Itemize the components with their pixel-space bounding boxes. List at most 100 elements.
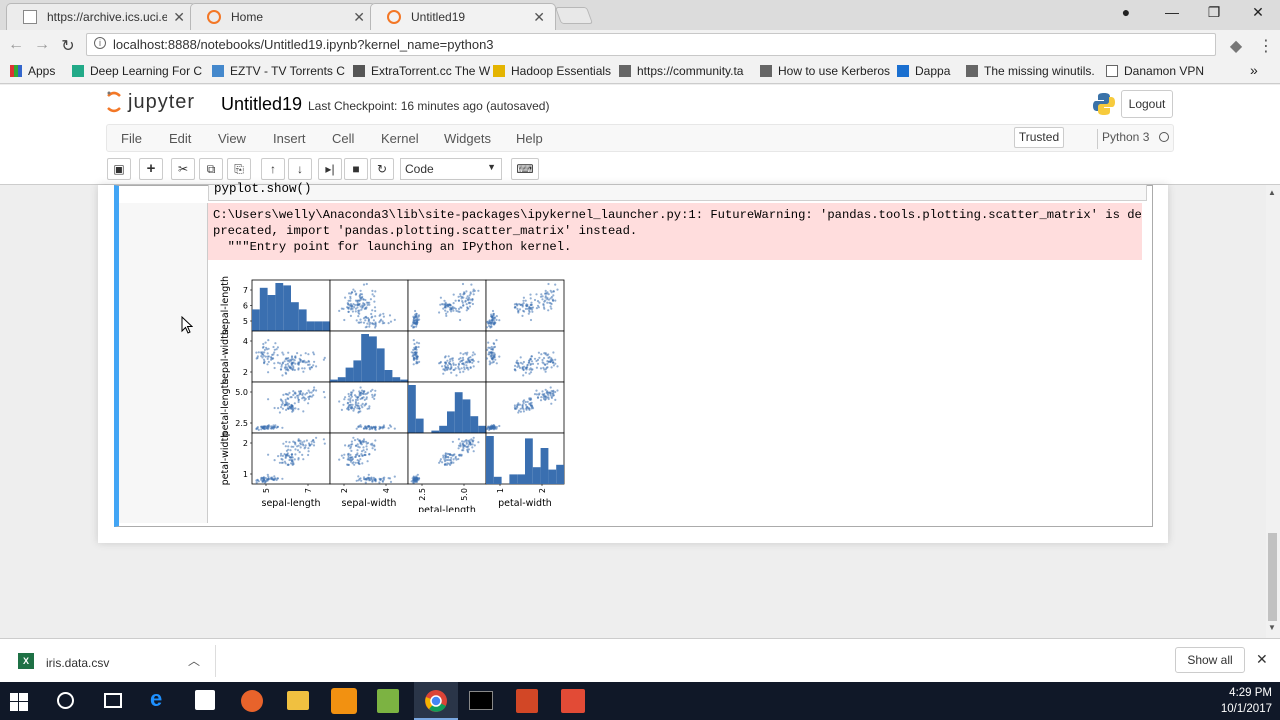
insert-cell-icon[interactable]: + <box>139 158 163 180</box>
tab-untitled19[interactable]: Untitled19 ✕ <box>370 3 556 30</box>
histogram-bar <box>540 448 549 484</box>
extension-icon[interactable]: ◆ <box>1226 36 1246 56</box>
scatter-point <box>370 477 373 480</box>
scatter-point <box>554 283 557 286</box>
close-window-icon[interactable]: ✕ <box>1246 4 1270 21</box>
chrome-icon[interactable] <box>424 689 448 713</box>
bookmark-item[interactable]: ExtraTorrent.cc The W <box>353 64 490 78</box>
jupyter-logo[interactable]: jupyter <box>106 90 195 114</box>
bookmark-label: Deep Learning For C <box>90 64 203 78</box>
logout-button[interactable]: Logout <box>1121 90 1173 118</box>
scatter-point <box>351 391 354 394</box>
close-icon[interactable]: ✕ <box>533 9 545 26</box>
menu-cell[interactable]: Cell <box>332 131 354 146</box>
menu-insert[interactable]: Insert <box>273 131 306 146</box>
scatter-point <box>373 306 377 309</box>
cell-type-select[interactable]: Code ▼ <box>400 158 502 180</box>
stop-icon[interactable]: ■ <box>344 158 368 180</box>
download-filename[interactable]: iris.data.csv <box>46 656 109 670</box>
app-icon[interactable] <box>331 688 357 714</box>
cortana-icon[interactable] <box>57 692 74 709</box>
bookmark-item[interactable]: Hadoop Essentials <box>493 64 611 78</box>
address-bar[interactable]: i localhost:8888/notebooks/Untitled19.ip… <box>86 33 1216 56</box>
scatter-point <box>303 367 306 370</box>
histogram-bar <box>361 334 369 382</box>
scatter-point <box>368 323 371 326</box>
save-icon[interactable]: ▣ <box>107 158 131 180</box>
scatter-point <box>287 397 290 400</box>
windows-start-icon[interactable] <box>10 693 28 711</box>
profile-icon[interactable]: ● <box>1114 4 1138 20</box>
task-view-icon[interactable] <box>104 693 122 708</box>
scatter-point <box>357 411 360 414</box>
menu-kernel[interactable]: Kernel <box>381 131 419 146</box>
tab-archive[interactable]: https://archive.ics.uci.edu ✕ <box>6 3 196 30</box>
scroll-down-icon[interactable]: ▼ <box>1268 623 1276 632</box>
move-down-icon[interactable]: ↓ <box>288 158 312 180</box>
trusted-badge[interactable]: Trusted <box>1014 127 1064 148</box>
chevron-up-icon[interactable]: ︿ <box>188 652 200 669</box>
file-explorer-icon[interactable] <box>287 691 309 710</box>
restore-icon[interactable]: ❐ <box>1202 4 1226 21</box>
scatter-point <box>373 295 376 298</box>
edge-icon[interactable]: e <box>150 686 176 712</box>
bookmark-item[interactable]: How to use Kerberos <box>760 64 890 78</box>
notebook-title[interactable]: Untitled19 <box>221 94 302 115</box>
code-input[interactable] <box>208 185 1147 201</box>
scatter-point <box>349 314 352 317</box>
notepad-icon[interactable] <box>377 689 399 713</box>
menu-edit[interactable]: Edit <box>169 131 191 146</box>
bookmark-item[interactable]: https://community.ta <box>619 64 743 78</box>
bookmark-item[interactable]: Deep Learning For C <box>72 64 202 78</box>
scatter-point <box>521 403 524 407</box>
paste-icon[interactable]: ⎘ <box>227 158 251 180</box>
more-bookmarks-icon[interactable]: » <box>1250 62 1258 78</box>
close-icon[interactable]: ✕ <box>1256 651 1268 668</box>
scatter-point <box>307 360 311 363</box>
restart-icon[interactable]: ↻ <box>370 158 394 180</box>
move-up-icon[interactable]: ↑ <box>261 158 285 180</box>
bookmark-item[interactable]: Dappa <box>897 64 950 78</box>
scrollbar-thumb[interactable] <box>1268 533 1277 621</box>
scatter-point <box>524 299 527 302</box>
new-tab-button[interactable] <box>554 7 594 24</box>
scatter-point <box>347 392 350 396</box>
scatter-point <box>347 463 350 466</box>
scroll-up-icon[interactable]: ▲ <box>1268 188 1276 197</box>
bookmark-label: https://community.ta <box>637 64 744 78</box>
scatter-point <box>472 450 475 453</box>
cut-icon[interactable]: ✂ <box>171 158 195 180</box>
bookmark-item[interactable]: Danamon VPN <box>1106 64 1204 78</box>
store-icon[interactable] <box>195 690 215 710</box>
run-cell-icon[interactable]: ▸| <box>318 158 342 180</box>
menu-widgets[interactable]: Widgets <box>444 131 491 146</box>
close-icon[interactable]: ✕ <box>173 9 185 26</box>
back-icon[interactable]: ← <box>6 36 26 54</box>
show-all-button[interactable]: Show all <box>1175 647 1245 673</box>
terminal-icon[interactable] <box>469 691 493 710</box>
reload-icon[interactable]: ↻ <box>58 36 78 56</box>
forward-icon[interactable]: → <box>32 36 52 54</box>
app-icon[interactable] <box>241 690 263 712</box>
scatter-point <box>280 457 283 461</box>
tab-home[interactable]: Home ✕ <box>190 3 376 30</box>
scatter-point <box>467 356 470 359</box>
powerpoint-icon[interactable] <box>516 689 538 713</box>
scatter-point <box>361 454 364 457</box>
scatter-point <box>550 402 553 405</box>
minimize-icon[interactable]: — <box>1160 4 1184 20</box>
bookmark-item[interactable]: The missing winutils. <box>966 64 1095 78</box>
copy-icon[interactable]: ⧉ <box>199 158 223 180</box>
menu-file[interactable]: File <box>121 131 142 146</box>
system-clock[interactable]: 4:29 PM 10/1/2017 <box>1206 685 1272 717</box>
scatter-point <box>523 365 526 368</box>
bookmark-apps[interactable]: Apps <box>10 64 55 78</box>
menu-help[interactable]: Help <box>516 131 543 146</box>
close-icon[interactable]: ✕ <box>353 9 365 26</box>
bookmark-item[interactable]: EZTV - TV Torrents C <box>212 64 345 78</box>
scatter-point <box>356 452 359 455</box>
keyboard-icon[interactable]: ⌨ <box>511 158 539 180</box>
app-icon[interactable] <box>561 689 585 713</box>
menu-view[interactable]: View <box>218 131 246 146</box>
menu-icon[interactable]: ⋮ <box>1256 36 1276 56</box>
